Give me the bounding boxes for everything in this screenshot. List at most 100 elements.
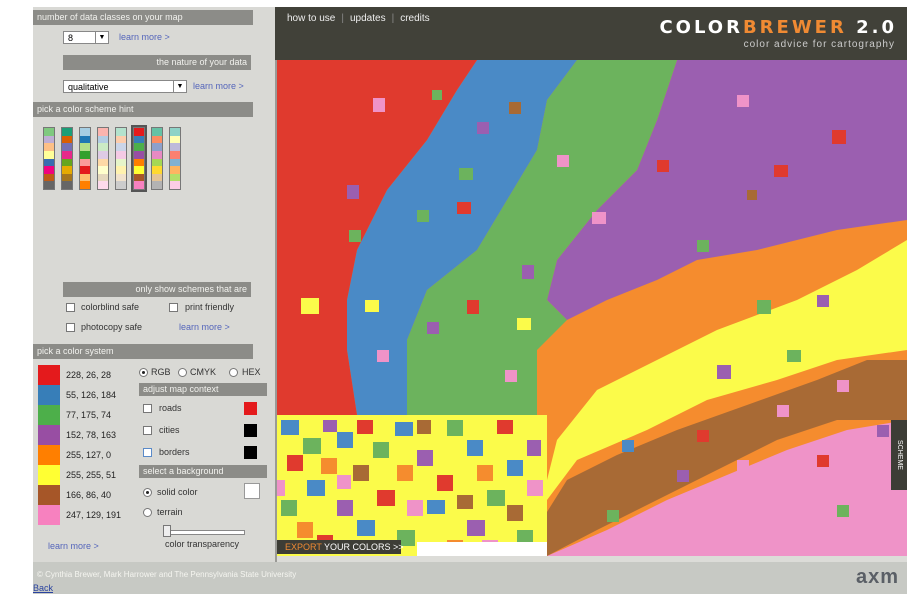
scheme-header: pick a color scheme hint	[33, 102, 253, 117]
scheme-color	[62, 135, 72, 144]
nav-credits[interactable]: credits	[400, 13, 429, 24]
scheme-color	[62, 128, 72, 136]
back-link[interactable]: Back	[33, 583, 53, 593]
nature-learn-more[interactable]: learn more >	[193, 81, 244, 91]
logo-part-color: COLOR	[659, 17, 743, 38]
cmyk-radio[interactable]	[178, 368, 187, 377]
scheme-color	[170, 181, 180, 189]
map-view[interactable]	[277, 60, 907, 556]
scheme-color	[134, 150, 144, 159]
photocopy-label: photocopy safe	[81, 322, 143, 332]
scheme-color	[170, 166, 180, 174]
scheme-color	[152, 173, 162, 182]
scheme-color	[62, 166, 72, 174]
nature-header: the nature of your data	[63, 55, 251, 70]
scheme-option[interactable]	[61, 127, 73, 190]
scheme-option[interactable]	[169, 127, 181, 190]
roads-checkbox[interactable]	[143, 404, 152, 413]
scheme-option[interactable]	[131, 125, 147, 192]
scheme-option[interactable]	[115, 127, 127, 190]
classes-select[interactable]: 8 ▼	[63, 31, 109, 44]
copyright-text: © Cynthia Brewer, Mark Harrower and The …	[37, 570, 297, 579]
scheme-color	[44, 173, 54, 182]
scheme-option[interactable]	[43, 127, 55, 190]
filters-learn-more[interactable]: learn more >	[179, 322, 230, 332]
scheme-color	[44, 181, 54, 189]
cities-color-swatch[interactable]	[244, 424, 257, 437]
tagline: color advice for cartography	[743, 39, 895, 50]
solid-color-radio[interactable]	[143, 488, 152, 497]
print-checkbox[interactable]	[169, 303, 178, 312]
color-swatch	[38, 365, 60, 385]
side-tab[interactable]: SCHEME	[891, 420, 907, 490]
nav-separator: |	[341, 13, 344, 24]
scheme-color	[62, 173, 72, 182]
borders-color-swatch[interactable]	[244, 446, 257, 459]
color-swatch	[38, 485, 60, 505]
color-value: 166, 86, 40	[66, 490, 112, 500]
scheme-color	[134, 181, 144, 189]
scheme-color	[116, 181, 126, 189]
roads-color-swatch[interactable]	[244, 402, 257, 415]
scheme-option[interactable]	[79, 127, 91, 190]
rgb-radio[interactable]	[139, 368, 148, 377]
scheme-option[interactable]	[151, 127, 163, 190]
scheme-option[interactable]	[97, 127, 109, 190]
scheme-color	[134, 173, 144, 182]
colorblind-label: colorblind safe	[81, 302, 140, 312]
transparency-slider-handle[interactable]	[163, 525, 171, 537]
nature-select[interactable]: qualitative ▼	[63, 80, 187, 93]
export-button[interactable]: EXPORT YOUR COLORS >>	[277, 540, 404, 554]
hex-radio[interactable]	[229, 368, 238, 377]
swatch-learn-more[interactable]: learn more >	[48, 541, 99, 551]
scheme-color	[134, 158, 144, 167]
print-label: print friendly	[185, 302, 235, 312]
cities-checkbox[interactable]	[143, 426, 152, 435]
transparency-slider[interactable]	[163, 530, 245, 535]
scheme-color	[98, 173, 108, 182]
scheme-color	[80, 150, 90, 159]
color-swatch	[38, 445, 60, 465]
scheme-color	[98, 135, 108, 144]
scheme-color	[170, 173, 180, 182]
scheme-color	[98, 150, 108, 159]
cities-label: cities	[159, 425, 180, 435]
color-value: 77, 175, 74	[66, 410, 112, 420]
color-swatch	[38, 385, 60, 405]
classes-learn-more[interactable]: learn more >	[119, 32, 170, 42]
color-system-header: pick a color system	[33, 344, 253, 359]
scheme-color	[62, 158, 72, 167]
scheme-color	[170, 150, 180, 159]
classes-header: number of data classes on your map	[33, 10, 253, 25]
color-value: 152, 78, 163	[66, 430, 117, 440]
chevron-down-icon: ▼	[173, 81, 186, 92]
adjust-header: adjust map context	[139, 383, 267, 396]
left-panel: number of data classes on your map 8 ▼ l…	[33, 7, 277, 562]
photocopy-checkbox[interactable]	[66, 323, 75, 332]
app-logo: COLORBREWER 2.0	[659, 17, 897, 38]
scheme-color	[80, 166, 90, 174]
background-color-swatch[interactable]	[244, 483, 260, 499]
scheme-color	[134, 128, 144, 136]
footer: © Cynthia Brewer, Mark Harrower and The …	[33, 562, 907, 594]
scheme-color	[80, 128, 90, 136]
scheme-color	[98, 143, 108, 151]
color-swatch	[38, 505, 60, 525]
rgb-label: RGB	[151, 367, 171, 377]
colorblind-checkbox[interactable]	[66, 303, 75, 312]
nav-updates[interactable]: updates	[350, 13, 386, 24]
scheme-color	[80, 135, 90, 144]
nav-how-to-use[interactable]: how to use	[287, 13, 335, 24]
borders-checkbox[interactable]	[143, 448, 152, 457]
scheme-color	[134, 135, 144, 144]
terrain-radio[interactable]	[143, 508, 152, 517]
scheme-color	[80, 143, 90, 151]
borders-label: borders	[159, 447, 190, 457]
logo-part-brewer: BREWER	[742, 17, 847, 38]
scheme-color	[152, 158, 162, 167]
scheme-color	[44, 158, 54, 167]
scheme-color	[44, 166, 54, 174]
color-swatch	[38, 405, 60, 425]
chevron-down-icon: ▼	[95, 32, 108, 43]
scheme-color	[44, 135, 54, 144]
